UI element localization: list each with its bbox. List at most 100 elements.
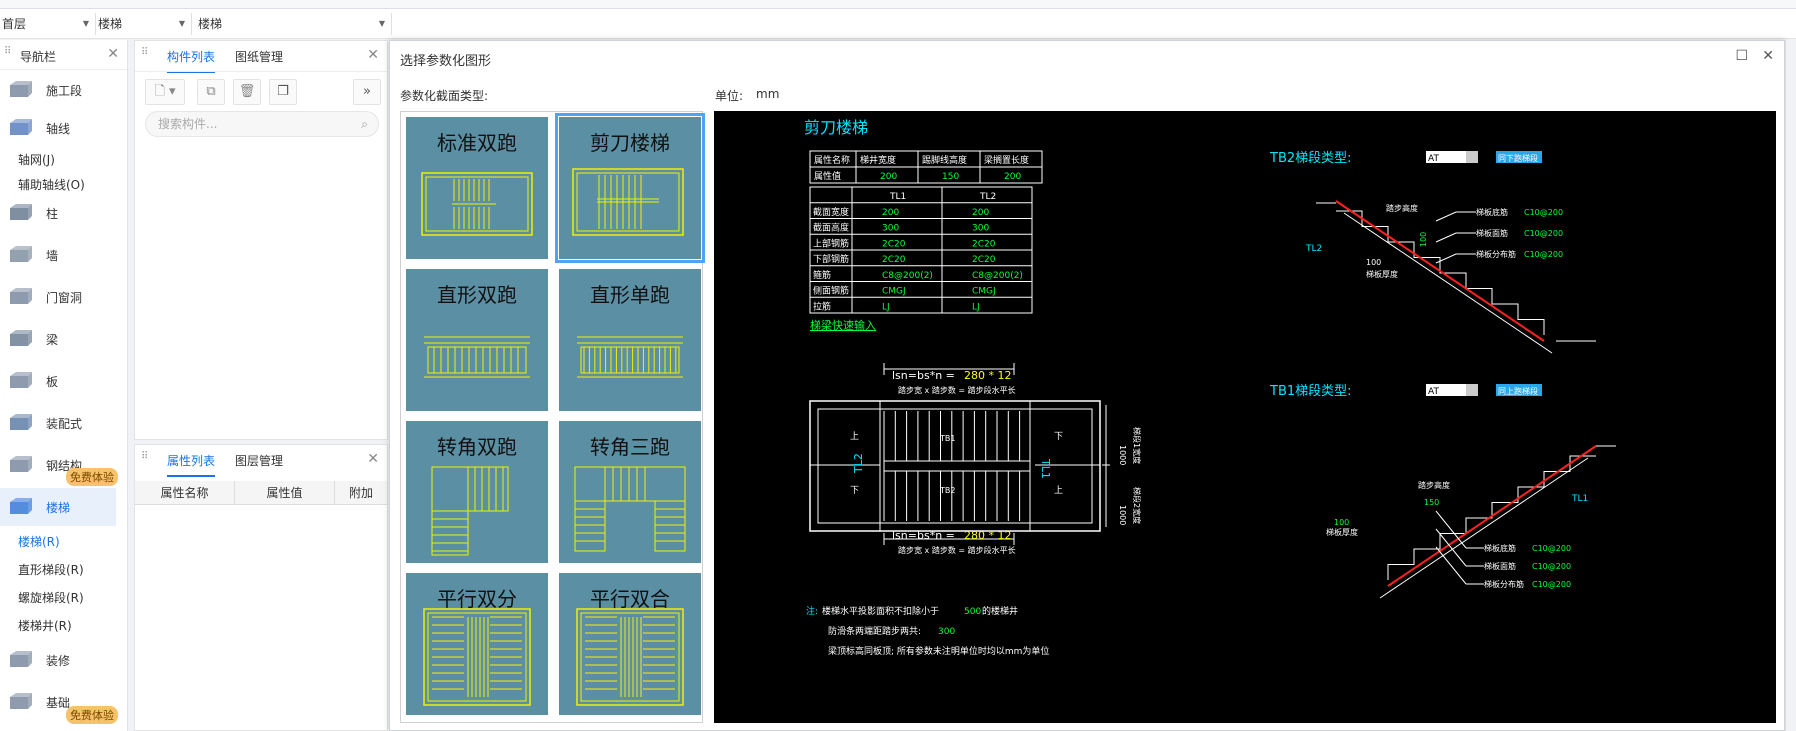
nav-item-label: 楼梯	[46, 501, 71, 515]
lsn-formula: lsn=bs*n =	[892, 529, 955, 542]
nav-sub-stair-1[interactable]: 直形梯段(R)	[18, 561, 84, 578]
lsn-value: 280 * 12	[964, 529, 1012, 542]
plan-label-tl2: TL2	[852, 453, 865, 474]
more-button[interactable]: »	[353, 79, 381, 105]
tb2-rebar-value: C10@200	[1524, 208, 1563, 217]
wall-icon	[8, 244, 32, 266]
thumbnail-parallel-merge[interactable]: 平行双合	[559, 573, 701, 715]
nav-sub-aux-axis[interactable]: 辅助轴线(O)	[18, 176, 85, 193]
trial-badge[interactable]: 免费体验	[66, 468, 118, 486]
dimension-label: 梯段1宽度	[1132, 427, 1142, 464]
delete-component-button[interactable]: 🗑	[233, 79, 261, 105]
tb2-step-height-value: 100	[1419, 232, 1428, 247]
nav-sub-stair-0[interactable]: 楼梯(R)	[18, 533, 60, 550]
thumbnail-scissor-stair[interactable]: 剪刀楼梯	[555, 113, 705, 263]
tb2-rebar-value: C10@200	[1524, 250, 1563, 259]
column-header-value[interactable]: 属性值	[235, 481, 335, 505]
tab-component-list[interactable]: 构件列表	[167, 48, 216, 73]
nav-item-3[interactable]: 墙	[0, 236, 116, 274]
slab-icon	[8, 370, 32, 392]
nav-item-7[interactable]: 装配式	[0, 404, 116, 442]
category-dropdown[interactable]: 楼梯 ▼	[96, 13, 192, 35]
tb2-thickness-value: 100	[1366, 258, 1381, 267]
nav-item-label: 装修	[46, 654, 71, 668]
layer-copy-button[interactable]: ❐	[269, 79, 297, 105]
chevron-double-right-icon: »	[363, 84, 371, 99]
tb2-tl-label: TL2	[1305, 244, 1322, 254]
table-cell: 200	[972, 208, 989, 218]
thumbnail-label: 直形单跑	[590, 283, 670, 307]
column-header-extra[interactable]: 附加	[335, 481, 387, 505]
thumbnail-corner-triple-run[interactable]: 转角三跑	[559, 421, 701, 563]
thumbnail-straight-single-run[interactable]: 直形单跑	[559, 269, 701, 411]
thumbnail-label: 平行双分	[437, 587, 517, 611]
beam-icon	[8, 328, 32, 350]
floor-dropdown[interactable]: 首层 ▼	[0, 13, 96, 35]
scrollbar[interactable]	[1785, 40, 1796, 731]
nav-item-2[interactable]: 柱	[0, 194, 116, 232]
tb1-type-value: AT	[1428, 387, 1439, 397]
new-component-button[interactable]: 🗋 ▾	[145, 79, 185, 105]
nav-item-label: 柱	[46, 207, 59, 221]
nav-item-1[interactable]: 轴线	[0, 109, 116, 147]
tab-drawing-management[interactable]: 图纸管理	[235, 48, 283, 65]
tb1-rebar-value: C10@200	[1532, 580, 1571, 589]
thumbnail-label: 平行双合	[590, 587, 670, 611]
ellipsis-icon[interactable]	[1466, 151, 1478, 163]
table-header-cell: 踢脚线高度	[922, 154, 967, 166]
nav-panel-title: 导航栏	[20, 50, 57, 64]
drag-handle-icon[interactable]: ⠿	[141, 48, 149, 62]
table-cell: LJ	[972, 302, 980, 312]
tb1-rebar-label: 梯板面筋	[1484, 561, 1516, 571]
note-prefix: 注:	[806, 605, 818, 617]
table-row-label: 下部钢筋	[813, 253, 849, 265]
table-cell: 150	[942, 172, 959, 182]
tab-property-list[interactable]: 属性列表	[167, 452, 216, 477]
tab-layer-management[interactable]: 图层管理	[235, 452, 283, 469]
table-row-label: 箍筋	[813, 269, 831, 281]
thumbnail-standard-double-run[interactable]: 标准双跑	[406, 117, 548, 259]
tb2-same-as-lower-label: 同下跑梯段	[1498, 153, 1538, 163]
nav-item-label: 梁	[46, 333, 59, 347]
dimension-label: 梯段2宽度	[1132, 487, 1142, 524]
tb1-same-as-upper-label: 同上跑梯段	[1498, 386, 1538, 396]
drag-handle-icon[interactable]: ⠿	[4, 47, 12, 61]
close-icon[interactable]: ✕	[1762, 48, 1774, 64]
nav-item-6[interactable]: 板	[0, 362, 116, 400]
tb1-step-height-label: 踏步高度	[1418, 480, 1450, 490]
table-cell: 2C20	[972, 239, 996, 249]
close-icon[interactable]: ✕	[367, 451, 379, 467]
nav-sub-stair-2[interactable]: 螺旋梯段(R)	[18, 589, 84, 606]
trial-badge[interactable]: 免费体验	[66, 706, 118, 724]
grid-axis-icon	[8, 117, 32, 139]
plan-label-down: 下	[850, 486, 859, 496]
nav-item-9[interactable]: 楼梯	[0, 488, 116, 526]
tb2-type-value: AT	[1428, 154, 1439, 164]
thumbnail-straight-double-run[interactable]: 直形双跑	[406, 269, 548, 411]
drag-handle-icon[interactable]: ⠿	[141, 452, 149, 466]
search-input[interactable]: 搜索构件... ⌕	[145, 111, 379, 137]
table-cell: 300	[882, 224, 899, 234]
table-row-label: 侧面钢筋	[813, 285, 849, 297]
subcategory-dropdown[interactable]: 楼梯 ▼	[196, 13, 392, 35]
maximize-icon[interactable]: ☐	[1735, 48, 1748, 64]
close-icon[interactable]: ✕	[367, 47, 379, 63]
column-header-name[interactable]: 属性名称	[135, 481, 235, 505]
thumbnail-parallel-split[interactable]: 平行双分	[406, 573, 548, 715]
plan-label-up: 上	[850, 431, 859, 442]
thumbnail-corner-double-run[interactable]: 转角双跑	[406, 421, 548, 563]
copy-component-button[interactable]: ⧉	[197, 79, 225, 105]
close-icon[interactable]: ✕	[107, 46, 119, 62]
nav-item-4[interactable]: 门窗洞	[0, 278, 116, 316]
quick-input-link[interactable]: 梯梁快速输入	[810, 318, 876, 332]
lsn-caption: 踏步宽 x 踏步数 = 踏步段水平长	[898, 385, 1016, 395]
nav-sub-stair-3[interactable]: 楼梯井(R)	[18, 617, 72, 634]
nav-item-5[interactable]: 梁	[0, 320, 116, 358]
nav-sub-axis-grid[interactable]: 轴网(J)	[18, 151, 55, 168]
component-list-panel: ⠿ 构件列表 图纸管理 ✕ 🗋 ▾ ⧉ 🗑 ❐ » 搜索构件... ⌕	[134, 40, 388, 440]
nav-item-0[interactable]: 施工段	[0, 71, 116, 109]
nav-item-10[interactable]: 装修	[0, 641, 116, 679]
lsn-formula: lsn=bs*n =	[892, 369, 955, 382]
ellipsis-icon[interactable]	[1466, 384, 1478, 396]
nav-panel-header: ⠿ 导航栏 ✕	[0, 40, 127, 70]
